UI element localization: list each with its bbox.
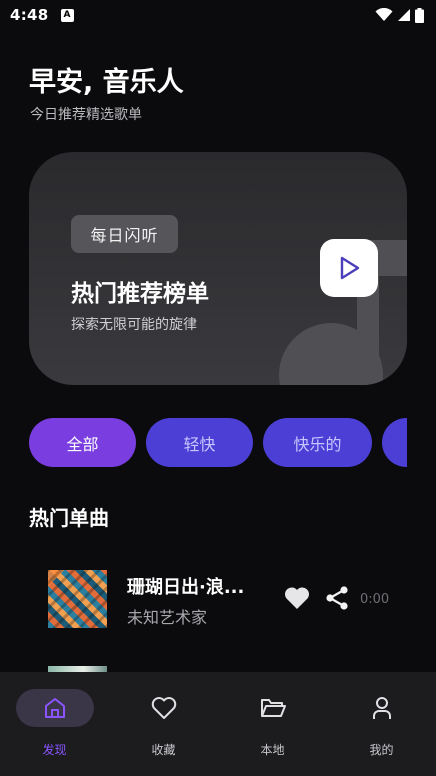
nav-favorites-pill [125,689,203,727]
hero-play-button[interactable] [320,239,378,297]
folder-icon [260,699,286,717]
signal-icon [398,9,410,21]
hero-recommendation-card[interactable]: 每日闪听 热门推荐榜单 探索无限可能的旋律 [29,152,407,385]
nav-profile-pill [343,689,421,727]
chip-light[interactable]: 轻快 [146,418,253,467]
chip-happy[interactable]: 快乐的 [263,418,372,467]
chip-all[interactable]: 全部 [29,418,136,467]
hero-description: 探索无限可能的旋律 [71,317,197,333]
nav-profile-label: 我的 [369,743,394,757]
nav-discover-pill [15,689,94,727]
nav-favorites[interactable]: 收藏 [109,672,218,776]
hero-tag: 每日闪听 [71,215,178,253]
status-bar: 4:48 A [0,0,436,30]
nav-discover[interactable]: 发现 [0,672,109,776]
nav-local-label: 本地 [260,743,285,757]
home-icon [44,698,65,718]
chip-more[interactable] [382,418,407,467]
nav-profile[interactable]: 我的 [327,672,436,776]
song-duration: 0:00 [360,592,390,607]
song-artist: 未知艺术家 [127,608,208,627]
greeting-title: 早安, 音乐人 [29,67,184,98]
battery-icon [415,7,424,23]
nav-local[interactable]: 本地 [218,672,327,776]
status-icons [375,7,424,23]
category-chips: 全部 轻快 快乐的 [29,418,407,468]
hero-title: 热门推荐榜单 [71,281,209,307]
wifi-icon [375,8,393,21]
nav-discover-label: 发现 [42,743,67,757]
bottom-navigation: 发现 收藏 本地 我的 [0,672,436,776]
status-time: 4:48 [10,6,49,24]
song-list-item[interactable]: 珊瑚日出·浪... 未知艺术家 0:00 [48,568,393,630]
song-title: 珊瑚日出·浪... [127,577,245,598]
share-icon[interactable] [324,585,350,611]
notification-icon: A [60,8,74,22]
nav-local-pill [234,689,312,727]
heart-outline-icon [151,697,176,719]
nav-favorites-label: 收藏 [151,743,176,757]
heart-icon[interactable] [284,586,310,610]
play-icon [340,256,360,280]
section-title-hot-singles: 热门单曲 [29,506,109,530]
song-cover-image [48,570,107,628]
user-icon [372,697,391,719]
greeting-subtitle: 今日推荐精选歌单 [30,107,142,123]
